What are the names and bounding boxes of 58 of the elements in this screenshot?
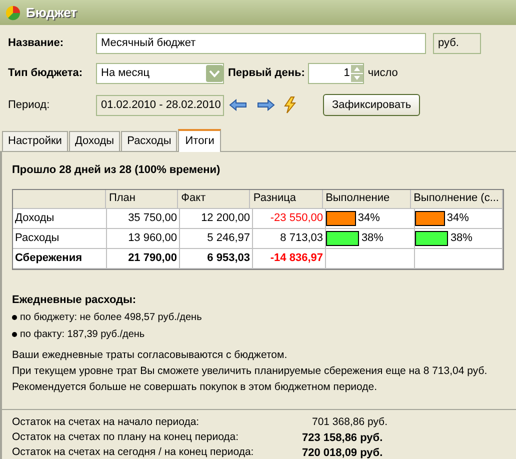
fix-button[interactable]: Зафиксировать xyxy=(323,94,420,116)
name-label: Название: xyxy=(8,36,65,52)
table-cell-text: 8 713,03 xyxy=(280,230,323,246)
progress-reading: 38% xyxy=(450,230,472,246)
first-day-unit: число xyxy=(368,66,398,82)
bullet-icon xyxy=(12,315,17,320)
tab[interactable]: Итоги xyxy=(178,129,222,152)
daily-item: по бюджету: не более 498,57 руб./день xyxy=(20,311,202,325)
table-cell-text: -23 550,00 xyxy=(270,210,323,226)
period-field: 01.02.2010 - 28.02.2010 xyxy=(96,94,224,116)
currency-field[interactable]: руб. xyxy=(433,33,481,54)
column-header: Выполнение (с... xyxy=(414,191,499,206)
table-cell-text: 21 790,00 xyxy=(128,250,177,266)
tab[interactable]: Настройки xyxy=(2,131,68,151)
column-header: Разница xyxy=(253,191,296,206)
balance-label: Остаток на счетах на сегодня / на конец периода: xyxy=(12,444,255,459)
bullet-icon xyxy=(12,332,17,337)
first-day-label: Первый день: xyxy=(228,66,305,82)
table-cell-text: 6 953,03 xyxy=(207,250,250,266)
advice-text: При текущем уровне трат Вы сможете увеличить планируемые сбережения еще на 8 713,04 руб. xyxy=(12,364,488,379)
progress-reading: 34% xyxy=(358,210,380,226)
name-field[interactable]: Месячный бюджет xyxy=(96,33,426,54)
column-header: План xyxy=(108,191,136,206)
left-arrow-icon[interactable] xyxy=(229,99,247,111)
progress-reading: 34% xyxy=(446,210,469,226)
table-cell-text: 13 960,00 xyxy=(128,230,177,246)
balance-label: Остаток на счетах по плану на конец периода: xyxy=(12,430,240,445)
balance-value: 723 158,86 руб. xyxy=(302,430,383,446)
balance-value: 720 018,09 руб. xyxy=(302,446,383,459)
pie-chart-icon xyxy=(4,4,22,20)
lightning-icon[interactable] xyxy=(283,96,297,114)
chevron-down-icon xyxy=(206,65,223,82)
advice-text: Ваши ежедневные траты согласовываются с бюджетом. xyxy=(12,348,288,363)
row-label: Расходы xyxy=(15,230,60,246)
right-arrow-icon[interactable] xyxy=(257,99,275,111)
progress-reading: 38% xyxy=(361,230,384,246)
row-label: Доходы xyxy=(15,210,54,226)
tab[interactable]: Расходы xyxy=(121,131,178,151)
period-label: Период: xyxy=(8,98,51,113)
daily-heading: Ежедневные расходы: xyxy=(12,292,138,308)
table-cell-text: -14 836,97 xyxy=(270,250,323,266)
first-day-spinner[interactable]: 1 xyxy=(308,63,364,84)
table-cell-text: 5 246,97 xyxy=(207,230,250,246)
budget-type-dropdown[interactable]: На месяц xyxy=(96,63,224,84)
period-summary-heading: Прошло 28 дней из 28 (100% времени) xyxy=(12,163,222,178)
budget-type-label: Тип бюджета: xyxy=(8,66,84,82)
column-header: Факт xyxy=(181,191,206,206)
column-header: Выполнение xyxy=(326,191,390,206)
table-cell-text: 12 200,00 xyxy=(201,210,250,226)
row-label: Сбережения xyxy=(15,250,82,266)
daily-item: по факту: 187,39 руб./день xyxy=(20,328,145,342)
advice-text: Рекомендуется больше не совершать покупок в этом бюджетном периоде. xyxy=(12,380,378,394)
balance-label: Остаток на счетах на начало периода: xyxy=(12,414,200,430)
spinner-arrows-icon xyxy=(350,65,363,82)
window-title: Бюджет xyxy=(26,4,77,22)
tab[interactable]: Доходы xyxy=(68,131,120,151)
table-cell-text: 35 750,00 xyxy=(128,210,177,226)
balance-value: 701 368,86 руб. xyxy=(311,414,388,430)
